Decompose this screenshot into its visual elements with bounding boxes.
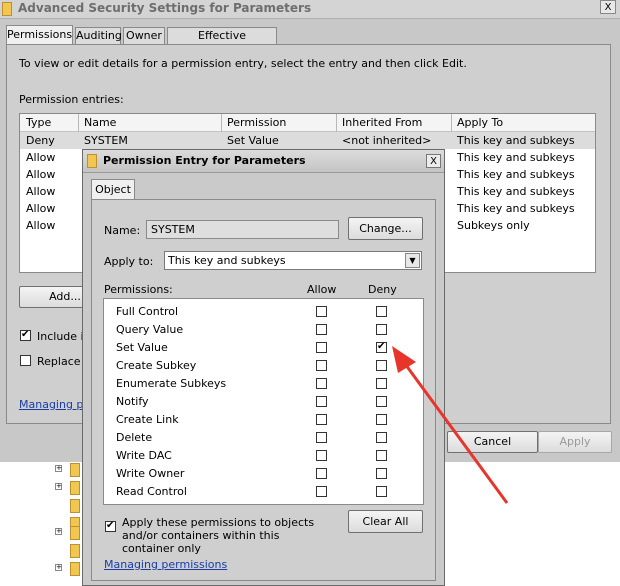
arrow-shaft bbox=[398, 356, 509, 504]
annotation-arrow bbox=[392, 346, 509, 504]
arrowhead-icon bbox=[392, 346, 416, 373]
